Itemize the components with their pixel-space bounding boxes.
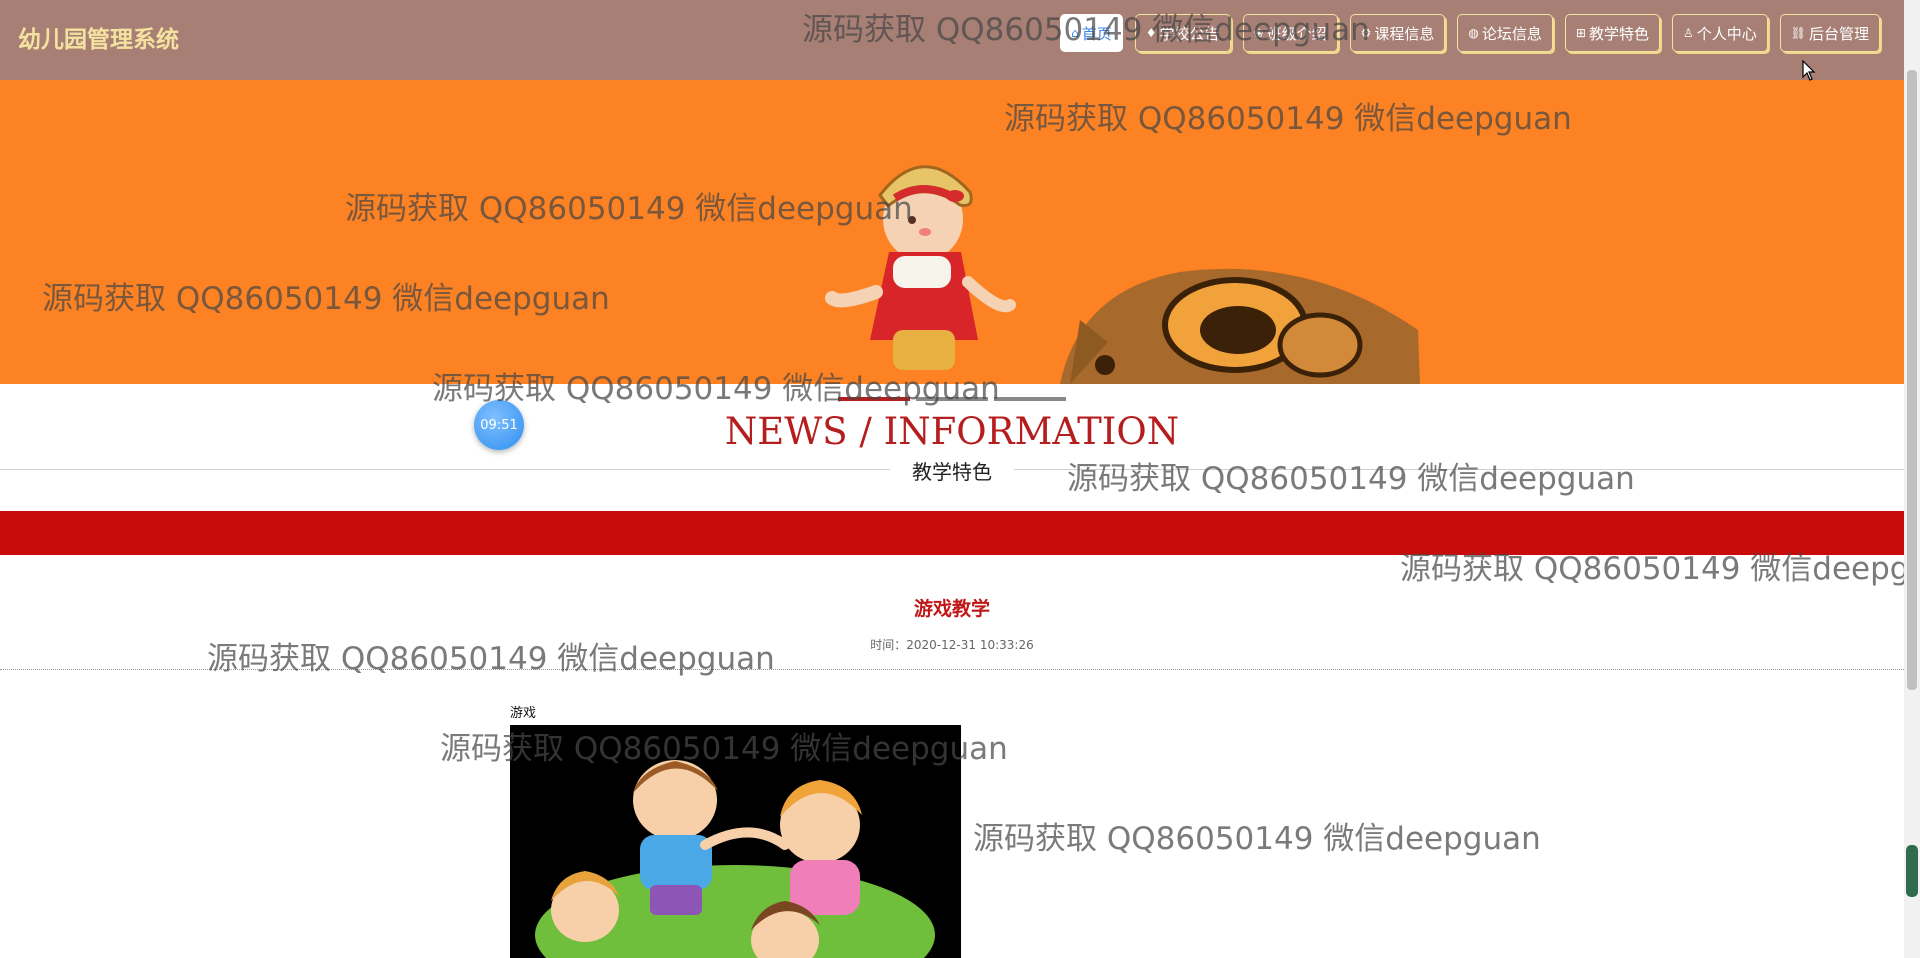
nav-label: 首页	[1081, 24, 1112, 43]
article-title: 游戏教学	[913, 598, 990, 620]
decorative-band	[0, 511, 1904, 555]
watermark-text: 源码获取 QQ86050149 微信deepguan	[973, 821, 1541, 857]
nav-class-button[interactable]: ❀ 班级介绍	[1242, 14, 1338, 52]
scroll-widget[interactable]	[1906, 845, 1918, 897]
nav-admin-button[interactable]: ⛓ 后台管理	[1779, 14, 1880, 52]
article-body: 游戏	[510, 706, 537, 721]
nav-label: 教学特色	[1588, 24, 1649, 43]
banner-illustration	[825, 165, 1420, 384]
nav-label: 课程信息	[1374, 24, 1435, 43]
carousel-indicators	[838, 397, 1066, 401]
page-scrollbar[interactable]	[1904, 0, 1920, 958]
user-icon: ♙	[1682, 26, 1694, 40]
girl-illustration	[825, 165, 1016, 370]
carousel-dot[interactable]	[838, 397, 910, 401]
clock-widget[interactable]: 09:51	[474, 400, 524, 450]
article-image	[510, 725, 961, 958]
watermark-text: 源码获取 QQ86050149 微信deepguan	[1067, 461, 1635, 497]
nav-label: 个人中心	[1696, 24, 1757, 43]
nav-course-button[interactable]: ⚙ 课程信息	[1349, 14, 1446, 52]
carousel-dot[interactable]	[994, 397, 1066, 401]
nav-label: 论坛信息	[1481, 24, 1542, 43]
top-navbar: 幼儿园管理系统 ⌂ 首页 ♦ 学校公告 ❀ 班级介绍 ⚙ 课程信息 ◍ 论坛信息 ⊞ 教学特…	[0, 0, 1904, 80]
section-title: NEWS / INFORMATION	[724, 410, 1180, 453]
main-nav: ⌂ 首页 ♦ 学校公告 ❀ 班级介绍 ⚙ 课程信息 ◍ 论坛信息 ⊞ 教学特色 ♙ 个人中心 …	[1060, 14, 1880, 52]
nav-label: 学校公告	[1159, 24, 1220, 43]
nav-forum-button[interactable]: ◍ 论坛信息	[1457, 14, 1553, 52]
divider	[0, 669, 1904, 670]
catbus-illustration	[1060, 268, 1420, 384]
banner-carousel[interactable]	[0, 80, 1904, 384]
children-illustration	[535, 760, 935, 958]
nav-label: 班级介绍	[1266, 24, 1327, 43]
notice-icon: ♦	[1145, 26, 1157, 40]
article-time: 时间：2020-12-31 10:33:26	[870, 638, 1034, 652]
nav-user-center-button[interactable]: ♙ 个人中心	[1671, 14, 1768, 52]
home-icon: ⌂	[1071, 26, 1079, 40]
teaching-icon: ⊞	[1575, 26, 1586, 40]
app-title: 幼儿园管理系统	[18, 27, 179, 53]
nav-teaching-button[interactable]: ⊞ 教学特色	[1564, 14, 1660, 52]
carousel-dot[interactable]	[916, 397, 988, 401]
nav-notice-button[interactable]: ♦ 学校公告	[1134, 14, 1231, 52]
nav-home-button[interactable]: ⌂ 首页	[1060, 14, 1123, 52]
scrollbar-thumb[interactable]	[1907, 70, 1917, 690]
admin-link-icon: ⛓	[1790, 26, 1806, 40]
section-subtitle: 教学特色	[890, 456, 1014, 485]
forum-icon: ◍	[1468, 26, 1479, 40]
nav-label: 后台管理	[1808, 24, 1869, 43]
course-icon: ⚙	[1360, 26, 1372, 40]
class-icon: ❀	[1253, 26, 1264, 40]
mouse-cursor-icon	[1802, 60, 1816, 81]
